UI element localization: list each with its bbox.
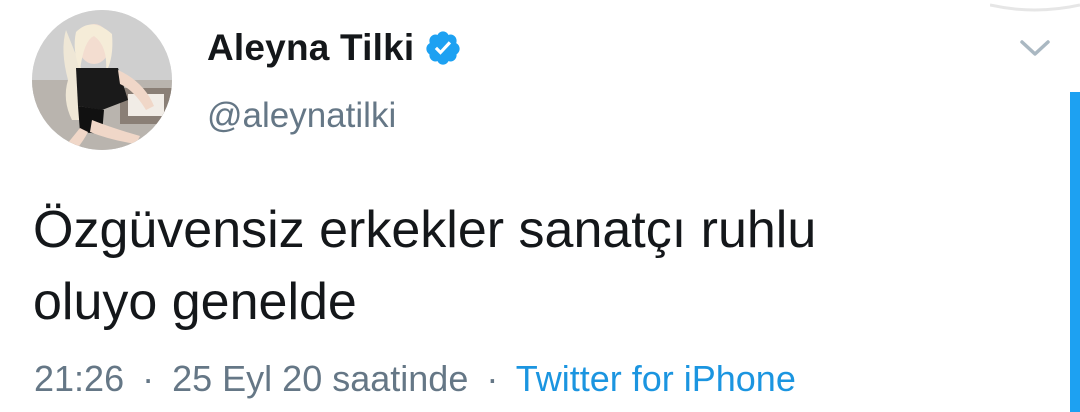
tweet-source-link[interactable]: Twitter for iPhone [516,358,796,399]
author-handle[interactable]: @aleynatilki [207,96,396,136]
tweet-meta: 21:26 · 25 Eyl 20 saatinde · Twitter for… [34,358,796,400]
tweet-body-text: Özgüvensiz erkekler sanatçı ruhlu oluyo … [33,201,817,331]
tweet-date: 25 Eyl 20 saatinde [172,358,469,399]
meta-separator: · [142,358,155,399]
avatar[interactable] [32,10,172,150]
author-name-row: Aleyna Tilki [207,26,462,70]
author-display-name[interactable]: Aleyna Tilki [207,27,414,69]
meta-separator: · [486,358,499,399]
tweet-time: 21:26 [34,358,125,399]
top-edge-decoration [989,0,1080,12]
chevron-down-icon[interactable] [1016,34,1054,62]
verified-badge-icon [424,29,462,67]
tweet-card: Aleyna Tilki @aleynatilki Özgüvensiz erk… [0,0,1080,412]
scrollbar[interactable] [1070,92,1080,412]
